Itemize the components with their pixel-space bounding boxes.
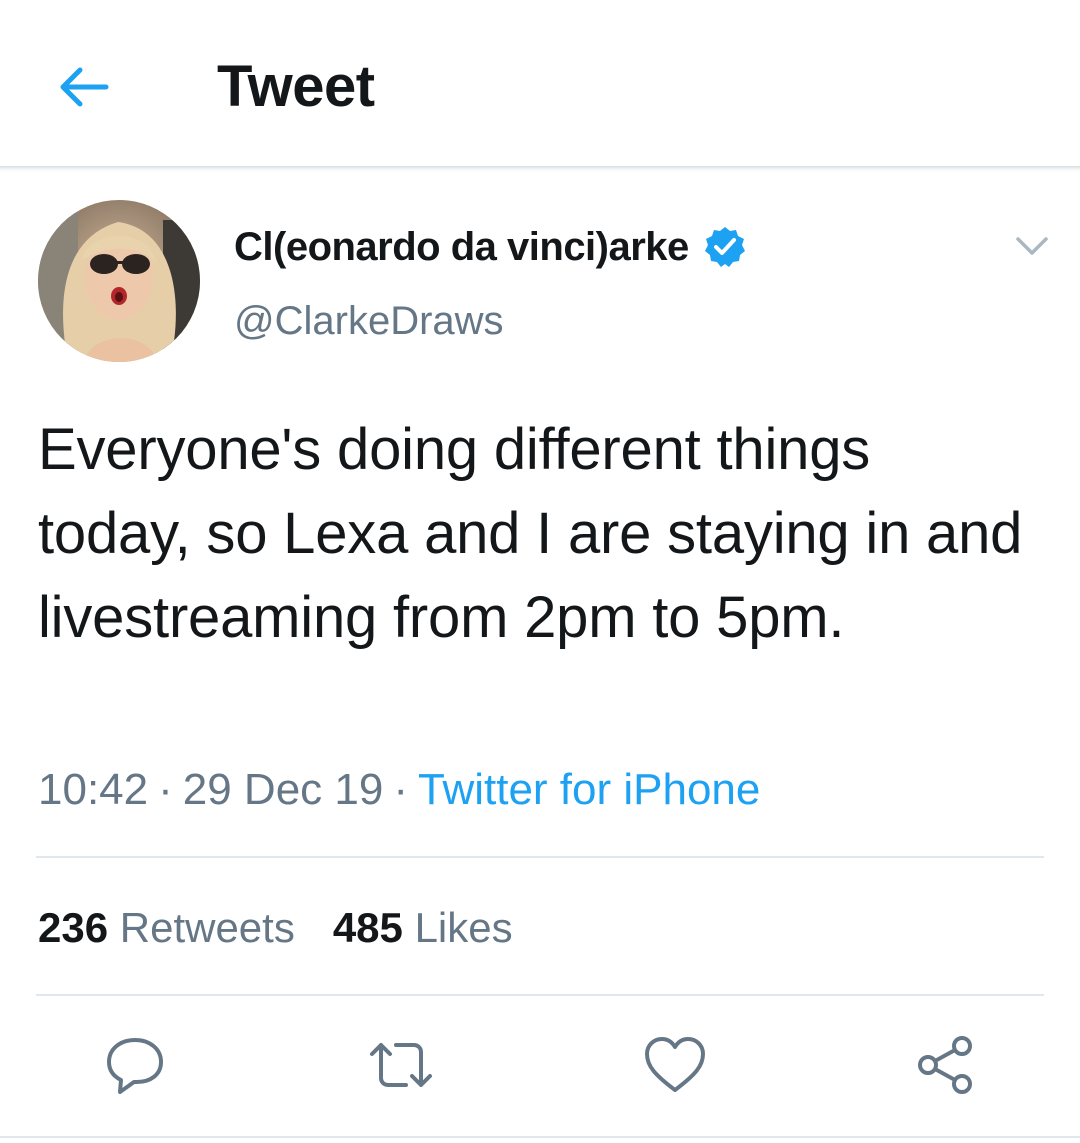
tweet-text: Everyone's doing different things today,…	[38, 417, 1023, 650]
retweet-icon	[370, 1043, 432, 1087]
retweets-label: Retweets	[119, 904, 295, 951]
top-app-bar: Tweet	[0, 0, 1080, 168]
divider	[36, 994, 1044, 996]
display-name: Cl(eonardo da vinci)arke	[234, 225, 689, 269]
reply-icon	[107, 1038, 163, 1094]
avatar[interactable]	[38, 200, 200, 362]
meta-separator: ·	[158, 765, 173, 814]
user-handle[interactable]: @ClarkeDraws	[234, 296, 504, 346]
author-name-row[interactable]: Cl(eonardo da vinci)arke	[234, 222, 747, 272]
divider	[0, 1136, 1080, 1138]
header-divider	[0, 166, 1080, 172]
likes-stat[interactable]: 485 Likes	[333, 902, 513, 954]
reply-button[interactable]	[100, 1030, 170, 1100]
tweet-meta: 10:42 · 29 Dec 19 · Twitter for iPhone	[38, 764, 760, 816]
meta-separator: ·	[393, 765, 408, 814]
chevron-down-icon	[1016, 237, 1048, 255]
divider	[36, 856, 1044, 858]
tweet-actions-bar	[0, 1030, 1080, 1100]
share-icon	[918, 1036, 972, 1094]
like-button[interactable]	[640, 1030, 710, 1100]
retweet-button[interactable]	[366, 1030, 436, 1100]
arrow-left-icon	[60, 67, 109, 107]
tweet-detail-screen: Tweet Cl(eonardo da vinci)arke @ClarkeDr…	[0, 0, 1080, 1143]
retweets-count: 236	[38, 904, 109, 951]
tweet-source-link[interactable]: Twitter for iPhone	[418, 765, 760, 814]
like-heart-icon	[645, 1037, 705, 1092]
more-options-button[interactable]	[1008, 226, 1056, 266]
likes-label: Likes	[414, 904, 513, 951]
engagement-stats: 236 Retweets 485 Likes	[38, 902, 551, 954]
back-button[interactable]	[52, 55, 116, 119]
tweet-time: 10:42	[38, 765, 149, 814]
likes-count: 485	[332, 904, 403, 951]
share-button[interactable]	[910, 1030, 980, 1100]
page-title: Tweet	[217, 54, 375, 119]
tweet-date: 29 Dec 19	[182, 765, 384, 814]
verified-badge-icon	[703, 225, 747, 269]
retweets-stat[interactable]: 236 Retweets	[38, 902, 295, 954]
